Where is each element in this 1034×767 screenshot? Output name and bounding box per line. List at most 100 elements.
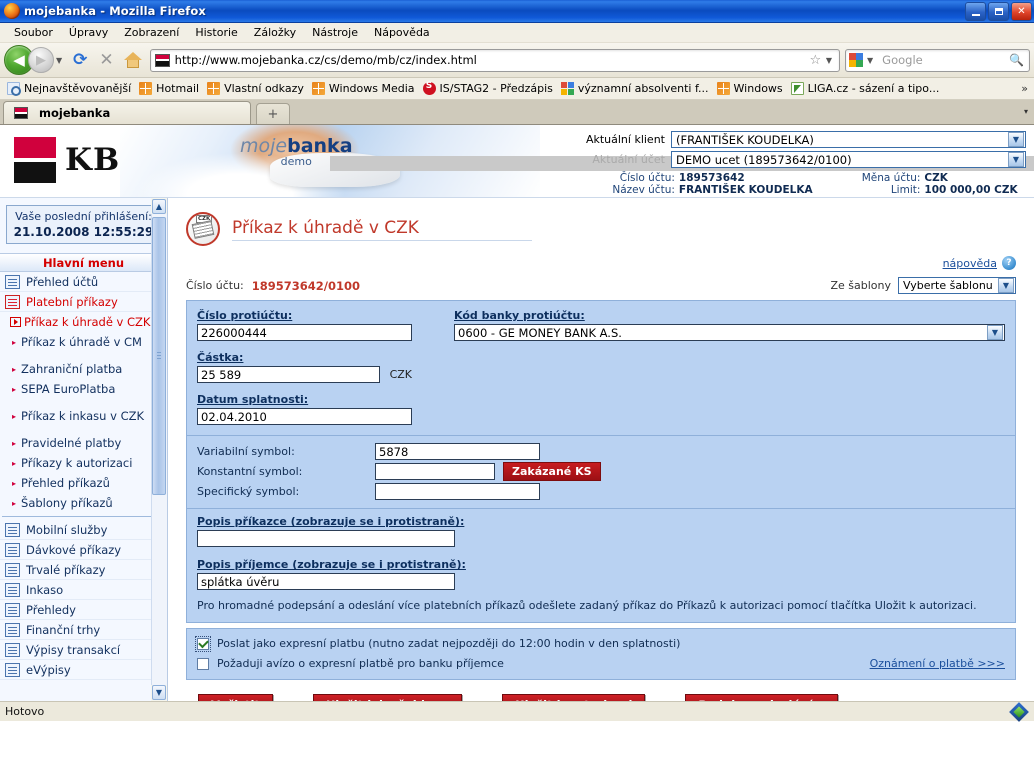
bookmark-liga-cz[interactable]: LIGA.cz - sázení a tipo... [789,82,946,95]
payment-notice-link[interactable]: Oznámení o platbě >>> [870,657,1005,670]
status-text: Hotovo [5,705,45,718]
menu-item-upravy[interactable]: Úpravy [61,25,116,40]
aviso-checkbox[interactable] [197,657,209,670]
sidebar-subitem-pravidelne-platby[interactable]: ▸ Pravidelné platby [0,433,167,453]
bookmarks-overflow-icon[interactable]: » [1021,82,1028,95]
scroll-up-icon[interactable]: ▲ [152,199,166,214]
sidebar-scroll-thumb[interactable] [152,217,166,495]
sidebar-subitem-prikazy-k-autorizaci[interactable]: ▸ Příkazy k autorizaci [0,453,167,473]
counter-account-input[interactable]: 226000444 [197,324,412,341]
sidebar-subitem-prikaz-k-uhrade-v-cm[interactable]: ▸ Příkaz k úhradě v CM [0,332,167,352]
chevron-down-icon[interactable]: ▼ [1008,152,1024,167]
menu-item-historie[interactable]: Historie [187,25,245,40]
sidebar-subitem-label: Příkaz k úhradě v CZK [24,315,151,329]
minimize-button[interactable] [965,2,986,21]
account-select[interactable]: DEMO ucet (189573642/0100) ▼ [671,151,1026,168]
sidebar-item-prehledy[interactable]: Přehledy [0,600,167,620]
sidebar-subitem-prikaz-k-uhrade-v-czk[interactable]: Příkaz k úhradě v CZK [0,312,167,332]
sidebar-item-vypisy-transakci[interactable]: Výpisy transakcí [0,640,167,660]
home-icon[interactable] [123,52,142,68]
search-icon[interactable]: 🔍 [1009,53,1026,67]
amount-input[interactable]: 25 589 [197,366,380,383]
menu-item-soubor[interactable]: Soubor [6,25,61,40]
bookmark-windows[interactable]: Windows [715,82,789,95]
search-input[interactable]: Google [878,53,1009,67]
sidebar-item-platebni-prikazy[interactable]: Platební příkazy [0,292,167,312]
sidebar-item-davkove-prikazy[interactable]: Dávkové příkazy [0,540,167,560]
last-login-label: Vaše poslední přihlášení: [15,210,152,223]
sidebar-subitem-prikaz-k-inkasu-v-czk[interactable]: ▸ Příkaz k inkasu v CZK [0,406,167,426]
save-as-template-button[interactable]: Uložit jako šablonu [312,693,463,701]
save-for-authorization-button[interactable]: Uložit k autorizaci [502,693,646,701]
sidebar-item-financni-trhy[interactable]: Finanční trhy [0,620,167,640]
bookmark-hotmail[interactable]: Hotmail [137,82,205,95]
question-mark-icon[interactable]: ? [1002,256,1016,270]
sidebar-item-inkaso[interactable]: Inkaso [0,580,167,600]
bookmark-vlastni-odkazy[interactable]: Vlastní odkazy [205,82,310,95]
constant-symbol-input[interactable] [375,463,495,480]
url-history-chevron-icon[interactable]: ▼ [824,56,837,65]
menu-item-zalozky[interactable]: Záložky [246,25,304,40]
chevron-down-icon[interactable]: ▼ [987,325,1003,340]
kb-logo-mark-icon [14,137,56,183]
payee-description-input[interactable]: splátka úvěru [197,573,455,590]
sidebar-scrollbar[interactable]: ▲ ▼ [151,198,167,701]
variable-symbol-input[interactable]: 5878 [375,443,540,460]
close-button[interactable]: ✕ [1011,2,1032,21]
specific-symbol-row: Specifický symbol: [197,482,1005,501]
tab-mojebanka[interactable]: mojebanka [3,101,251,124]
menu-item-zobrazeni[interactable]: Zobrazení [116,25,187,40]
last-login-value: 21.10.2008 12:55:29 [13,225,154,239]
due-date-input[interactable]: 02.04.2010 [197,408,412,425]
scroll-down-icon[interactable]: ▼ [152,685,166,700]
bookmark-windows-media[interactable]: Windows Media [310,82,421,95]
sidebar-item-label: Finanční trhy [26,622,101,637]
template-select[interactable]: Vyberte šablonu ▼ [898,277,1016,294]
help-link[interactable]: nápověda [943,257,997,270]
forward-button[interactable]: ▶ [28,47,54,73]
client-select[interactable]: (FRANTIŠEK KOUDELKA) ▼ [671,131,1026,148]
reports-icon [5,602,20,617]
main-menu-title: Hlavní menu [0,253,167,272]
folder-favorites-icon [7,82,21,96]
stop-icon[interactable]: ✕ [99,50,113,70]
chevron-down-icon[interactable]: ▼ [1008,132,1024,147]
sidebar-item-prehled-uctu[interactable]: Přehled účtů [0,272,167,292]
sidebar-item-trvale-prikazy[interactable]: Trvalé příkazy [0,560,167,580]
ssl-lock-icon[interactable] [1009,701,1029,722]
bookmark-star-icon[interactable]: ☆ [807,53,824,68]
payer-description-input[interactable] [197,530,455,547]
reload-icon[interactable]: ⟳ [73,50,87,70]
sidebar-subitem-prehled-prikazu[interactable]: ▸ Přehled příkazů [0,473,167,493]
sidebar-subitem-sepa-europlatba[interactable]: ▸ SEPA EuroPlatba [0,379,167,399]
account-select-value: DEMO ucet (189573642/0100) [676,152,852,167]
menu-item-nastroje[interactable]: Nástroje [304,25,366,40]
bookmark-is-stag2[interactable]: IS/STAG2 - Předzápis [421,81,559,95]
search-engine-chevron-icon[interactable]: ▼ [867,56,873,65]
clear-button[interactable]: Vyčistit [198,693,273,701]
address-bar[interactable]: http://www.mojebanka.cz/cs/demo/mb/cz/in… [149,48,840,72]
menu-item-napoveda[interactable]: Nápověda [366,25,438,40]
sidebar-subitem-zahranicni-platba[interactable]: ▸ Zahraniční platba [0,359,167,379]
help-line: nápověda ? [186,256,1016,270]
list-all-tabs-icon[interactable]: ▾ [1018,99,1034,124]
last-login-box: Vaše poslední přihlášení: 21.10.2008 12:… [6,205,161,244]
chevron-down-icon[interactable]: ▼ [998,278,1014,293]
bookmark-vyznamni-absolventi[interactable]: významní absolventi f... [559,82,715,95]
bookmark-most-visited[interactable]: Nejnavštěvovanější [5,82,137,96]
maximize-button[interactable] [988,2,1009,21]
sidebar-item-evypisy[interactable]: eVýpisy [0,660,167,680]
sidebar-item-mobilni-sluzby[interactable]: Mobilní služby [0,520,167,540]
chevron-down-icon[interactable]: ▼ [56,56,62,65]
forbidden-ks-button[interactable]: Zakázané KS [503,462,601,481]
new-tab-button[interactable]: + [256,103,290,124]
kb-logo[interactable]: KB [14,137,120,183]
bank-code-select[interactable]: 0600 - GE MONEY BANK A.S. ▼ [454,324,1005,341]
sidebar-subitem-sablony-prikazu[interactable]: ▸ Šablony příkazů [0,493,167,513]
express-payment-checkbox[interactable] [195,635,211,652]
search-bar[interactable]: ▼ Google 🔍 [845,48,1030,72]
sign-and-send-button[interactable]: Podpis a odeslání... [685,693,839,701]
sidebar-item-label: Přehled účtů [26,274,99,289]
specific-symbol-input[interactable] [375,483,540,500]
standing-order-icon [5,562,20,577]
